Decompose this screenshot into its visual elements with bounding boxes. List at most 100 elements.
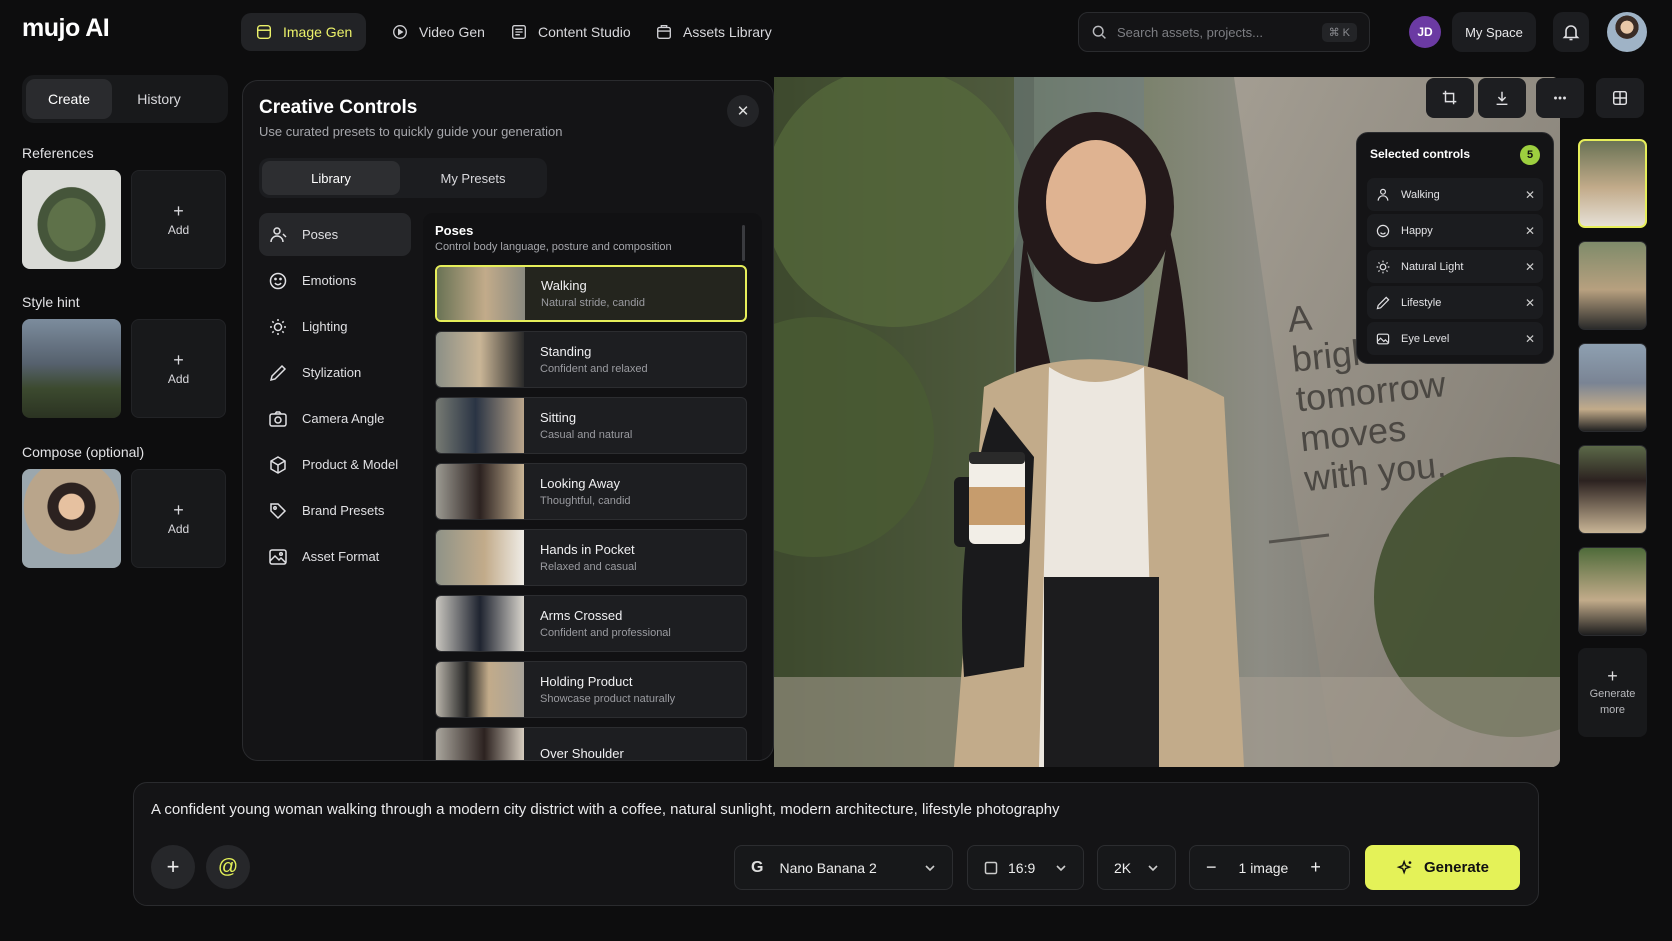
pose-desc: Showcase product naturally bbox=[540, 693, 676, 705]
pose-thumbnail bbox=[437, 267, 525, 320]
user-avatar[interactable]: JD bbox=[1409, 16, 1441, 48]
aspect-label: 16:9 bbox=[1008, 859, 1036, 876]
profile-photo[interactable] bbox=[1607, 12, 1647, 52]
category-poses[interactable]: Poses bbox=[259, 213, 411, 256]
my-space-button[interactable]: My Space bbox=[1452, 12, 1536, 52]
selected-control-lifestyle[interactable]: Lifestyle ✕ bbox=[1367, 286, 1543, 319]
tab-history[interactable]: History bbox=[116, 79, 202, 119]
tab-library[interactable]: Library bbox=[262, 161, 400, 195]
app-logo[interactable]: mujo AI bbox=[22, 14, 110, 43]
increment-button[interactable]: + bbox=[1310, 857, 1321, 878]
pose-card-walking[interactable]: Walking Natural stride, candid bbox=[435, 265, 747, 322]
nav-video-gen[interactable]: Video Gen bbox=[377, 13, 499, 51]
preset-tabs: Library My Presets bbox=[259, 158, 547, 198]
remove-icon[interactable]: ✕ bbox=[1525, 224, 1535, 238]
category-label: Brand Presets bbox=[302, 503, 385, 518]
pose-name: Standing bbox=[540, 344, 592, 359]
remove-icon[interactable]: ✕ bbox=[1525, 296, 1535, 310]
style-hint-image[interactable] bbox=[22, 319, 121, 418]
category-label: Asset Format bbox=[302, 549, 380, 564]
scrollbar[interactable] bbox=[742, 225, 745, 261]
category-emotions[interactable]: Emotions bbox=[259, 259, 411, 302]
tab-my-presets[interactable]: My Presets bbox=[404, 161, 542, 195]
search-input[interactable] bbox=[1117, 24, 1312, 40]
model-label: Nano Banana 2 bbox=[779, 859, 877, 876]
grid-view-button[interactable] bbox=[1596, 78, 1644, 118]
close-button[interactable]: ✕ bbox=[727, 95, 759, 127]
person-icon bbox=[1377, 188, 1389, 201]
pose-name: Sitting bbox=[540, 410, 577, 425]
pose-card-sitting[interactable]: Sitting Casual and natural bbox=[435, 397, 747, 454]
panel-subtitle: Use curated presets to quickly guide you… bbox=[259, 124, 563, 139]
add-style-hint-button[interactable]: + Add bbox=[131, 319, 226, 418]
pose-thumbnail bbox=[436, 728, 524, 760]
variant-thumbnail[interactable] bbox=[1578, 241, 1647, 330]
add-reference-button[interactable]: + Add bbox=[131, 170, 226, 269]
nav-label: Assets Library bbox=[683, 24, 772, 40]
variant-thumbnail[interactable] bbox=[1578, 547, 1647, 636]
play-icon bbox=[393, 25, 407, 39]
compose-label: Compose (optional) bbox=[22, 444, 145, 460]
pose-card-hands-in-pocket[interactable]: Hands in Pocket Relaxed and casual bbox=[435, 529, 747, 586]
mention-button[interactable]: @ bbox=[206, 845, 250, 889]
tag-icon bbox=[270, 502, 287, 519]
selected-control-eye-level[interactable]: Eye Level ✕ bbox=[1367, 322, 1543, 355]
pose-thumbnail bbox=[436, 530, 524, 585]
reference-image[interactable] bbox=[22, 170, 121, 269]
generate-label: Generate bbox=[1423, 859, 1490, 876]
bell-icon bbox=[1562, 25, 1580, 41]
folder-icon bbox=[657, 25, 671, 39]
generate-button[interactable]: Generate bbox=[1365, 845, 1520, 890]
notifications-button[interactable] bbox=[1553, 12, 1589, 52]
pose-card-arms-crossed[interactable]: Arms Crossed Confident and professional bbox=[435, 595, 747, 652]
generate-more-line-2: more bbox=[1599, 703, 1626, 716]
more-options-button[interactable] bbox=[1536, 78, 1584, 118]
decrement-button[interactable]: − bbox=[1206, 857, 1217, 878]
add-attachment-button[interactable]: + bbox=[151, 845, 195, 889]
selected-control-happy[interactable]: Happy ✕ bbox=[1367, 214, 1543, 247]
resolution-select[interactable]: 2K bbox=[1097, 845, 1176, 890]
nav-assets-library[interactable]: Assets Library bbox=[641, 13, 786, 51]
image-count-stepper[interactable]: − 1 image + bbox=[1189, 845, 1350, 890]
pose-desc: Thoughtful, candid bbox=[540, 495, 631, 507]
category-asset-format[interactable]: Asset Format bbox=[259, 535, 411, 578]
pose-card-over-shoulder[interactable]: Over Shoulder bbox=[435, 727, 747, 760]
model-select[interactable]: G Nano Banana 2 bbox=[734, 845, 953, 890]
category-product-model[interactable]: Product & Model bbox=[259, 443, 411, 486]
remove-icon[interactable]: ✕ bbox=[1525, 188, 1535, 202]
nav-image-gen[interactable]: Image Gen bbox=[241, 13, 367, 51]
plus-icon: + bbox=[1607, 665, 1618, 686]
search-bar[interactable]: ⌘ K bbox=[1078, 12, 1370, 52]
variant-thumbnail[interactable] bbox=[1578, 445, 1647, 534]
pose-card-looking-away[interactable]: Looking Away Thoughtful, candid bbox=[435, 463, 747, 520]
category-camera-angle[interactable]: Camera Angle bbox=[259, 397, 411, 440]
crop-button[interactable] bbox=[1426, 78, 1474, 118]
pose-card-holding-product[interactable]: Holding Product Showcase product naturall… bbox=[435, 661, 747, 718]
add-compose-button[interactable]: + Add bbox=[131, 469, 226, 568]
category-stylization[interactable]: Stylization bbox=[259, 351, 411, 394]
compose-image[interactable] bbox=[22, 469, 121, 568]
selected-count-badge: 5 bbox=[1520, 145, 1540, 165]
variant-thumbnail[interactable] bbox=[1578, 343, 1647, 432]
nav-content-studio[interactable]: Content Studio bbox=[496, 13, 645, 51]
prompt-input[interactable]: A confident young woman walking through … bbox=[151, 801, 1060, 818]
variant-thumbnail[interactable] bbox=[1578, 139, 1647, 228]
generate-more-button[interactable]: + Generate more bbox=[1578, 648, 1647, 737]
references-label: References bbox=[22, 145, 94, 161]
tab-create[interactable]: Create bbox=[26, 79, 112, 119]
category-lighting[interactable]: Lighting bbox=[259, 305, 411, 348]
selected-control-natural-light[interactable]: Natural Light ✕ bbox=[1367, 250, 1543, 283]
remove-icon[interactable]: ✕ bbox=[1525, 260, 1535, 274]
aspect-ratio-select[interactable]: 16:9 bbox=[967, 845, 1084, 890]
person-icon bbox=[270, 226, 287, 242]
download-button[interactable] bbox=[1478, 78, 1526, 118]
category-brand-presets[interactable]: Brand Presets bbox=[259, 489, 411, 532]
pose-list: Walking Natural stride, candid Standing Co… bbox=[435, 265, 747, 760]
section-subtitle: Control body language, posture and compo… bbox=[435, 241, 672, 253]
remove-icon[interactable]: ✕ bbox=[1525, 332, 1535, 346]
chevron-down-icon bbox=[1056, 864, 1066, 871]
category-label: Poses bbox=[302, 227, 339, 242]
selected-control-walking[interactable]: Walking ✕ bbox=[1367, 178, 1543, 211]
pose-card-standing[interactable]: Standing Confident and relaxed bbox=[435, 331, 747, 388]
image-icon bbox=[256, 24, 272, 40]
